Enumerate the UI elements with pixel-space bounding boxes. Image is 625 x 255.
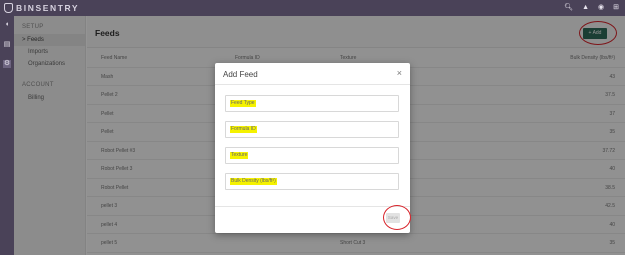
user-icon[interactable]: ◉ — [598, 0, 604, 16]
texture-placeholder: Texture — [230, 152, 249, 159]
add-feed-dialog: Add Feed × Feed Type Formula ID Texture … — [215, 63, 410, 233]
bin-logo-icon — [4, 3, 13, 13]
dashboard-icon[interactable]: ▤ — [3, 41, 11, 49]
top-icons: 🔍︎ ▲ ◉ ⊞ — [564, 0, 619, 16]
texture-field[interactable]: Texture — [225, 147, 399, 164]
dialog-footer-divider — [215, 206, 410, 207]
feed-type-field[interactable]: Feed Type — [225, 95, 399, 112]
formula-id-placeholder: Formula ID — [230, 126, 257, 133]
bulk-density-field[interactable]: Bulk Density (lbs/ft³) — [225, 173, 399, 190]
top-bar: BINSENTRY 🔍︎ ▲ ◉ ⊞ — [0, 0, 625, 16]
logo-text: BINSENTRY — [16, 3, 80, 13]
bulk-density-placeholder: Bulk Density (lbs/ft³) — [230, 178, 277, 185]
close-icon[interactable]: × — [397, 68, 402, 78]
bin-icon[interactable]: ◖ — [3, 21, 11, 29]
icon-rail: ◖ ▤ ⚙ — [0, 16, 14, 255]
bell-icon[interactable]: ▲ — [582, 0, 589, 16]
search-icon[interactable]: 🔍︎ — [564, 0, 573, 16]
logo[interactable]: BINSENTRY — [4, 0, 79, 16]
dialog-title: Add Feed — [223, 70, 258, 79]
formula-id-field[interactable]: Formula ID — [225, 121, 399, 138]
gear-icon[interactable]: ⚙ — [3, 60, 11, 68]
annotation-circle-save — [383, 205, 411, 230]
dialog-header: Add Feed × — [215, 63, 410, 85]
settings-icon[interactable]: ⊞ — [613, 0, 619, 16]
feed-type-placeholder: Feed Type — [230, 100, 256, 107]
